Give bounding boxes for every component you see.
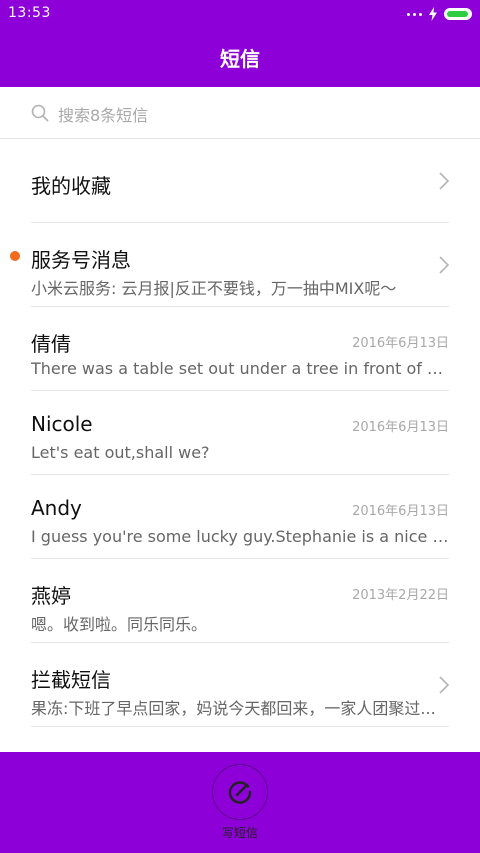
search-input[interactable]: 搜索8条短信 — [0, 87, 480, 139]
chevron-right-icon — [439, 256, 449, 274]
battery-icon — [444, 8, 472, 20]
list-item[interactable]: 拦截短信 果冻:下班了早点回家，妈说今天都回来，一家人团聚过... — [31, 643, 449, 727]
conversation-date: 2013年2月22日 — [352, 588, 449, 603]
conversation-title: 倩倩 — [31, 332, 71, 356]
status-bar: 13:53 — [0, 0, 480, 28]
conversation-list: 我的收藏 服务号消息 小米云服务: 云月报|反正不要钱，万一抽中MIX呢～ 倩倩… — [0, 139, 480, 727]
conversation-title: Nicole — [31, 412, 93, 436]
list-item[interactable]: 我的收藏 — [31, 139, 449, 223]
conversation-date: 2016年6月13日 — [352, 504, 449, 519]
list-item[interactable]: Nicole 2016年6月13日 Let's eat out,shall we… — [31, 391, 449, 475]
status-icons — [407, 7, 472, 21]
page-title: 短信 — [220, 47, 260, 71]
list-item[interactable]: Andy 2016年6月13日 I guess you're some luck… — [31, 475, 449, 559]
list-item[interactable]: 燕婷 2013年2月22日 嗯。收到啦。同乐同乐。 — [31, 559, 449, 643]
compose-button[interactable] — [212, 764, 268, 820]
status-time: 13:53 — [8, 5, 51, 21]
conversation-date: 2016年6月13日 — [352, 420, 449, 435]
conversation-preview: 嗯。收到啦。同乐同乐。 — [31, 615, 208, 634]
list-item[interactable]: 倩倩 2016年6月13日 There was a table set out … — [31, 307, 449, 391]
signal-dots-icon — [407, 12, 422, 16]
conversation-title: 拦截短信 — [31, 668, 111, 692]
conversation-date: 2016年6月13日 — [352, 336, 449, 351]
search-placeholder: 搜索8条短信 — [58, 106, 149, 125]
unread-dot — [10, 251, 20, 261]
conversation-title: 我的收藏 — [31, 174, 111, 198]
conversation-preview: 果冻:下班了早点回家，妈说今天都回来，一家人团聚过... — [31, 699, 436, 718]
compose-label: 写短信 — [221, 826, 258, 840]
compose-icon — [228, 781, 252, 804]
charging-bolt-icon — [429, 7, 437, 21]
conversation-title: 服务号消息 — [31, 248, 131, 272]
conversation-title: Andy — [31, 496, 82, 520]
conversation-preview: Let's eat out,shall we? — [31, 443, 210, 462]
conversation-preview: I guess you're some lucky guy.Stephanie … — [31, 527, 449, 546]
search-icon — [31, 104, 49, 122]
conversation-title: 燕婷 — [31, 584, 71, 608]
conversation-preview: 小米云服务: 云月报|反正不要钱，万一抽中MIX呢～ — [31, 279, 397, 298]
chevron-right-icon — [439, 676, 449, 694]
chevron-right-icon — [439, 172, 449, 190]
list-item[interactable]: 服务号消息 小米云服务: 云月报|反正不要钱，万一抽中MIX呢～ — [10, 223, 449, 307]
bottom-bar: 写短信 — [0, 752, 480, 853]
app-bar: 短信 — [0, 28, 480, 87]
conversation-preview: There was a table set out under a tree i… — [31, 359, 449, 378]
